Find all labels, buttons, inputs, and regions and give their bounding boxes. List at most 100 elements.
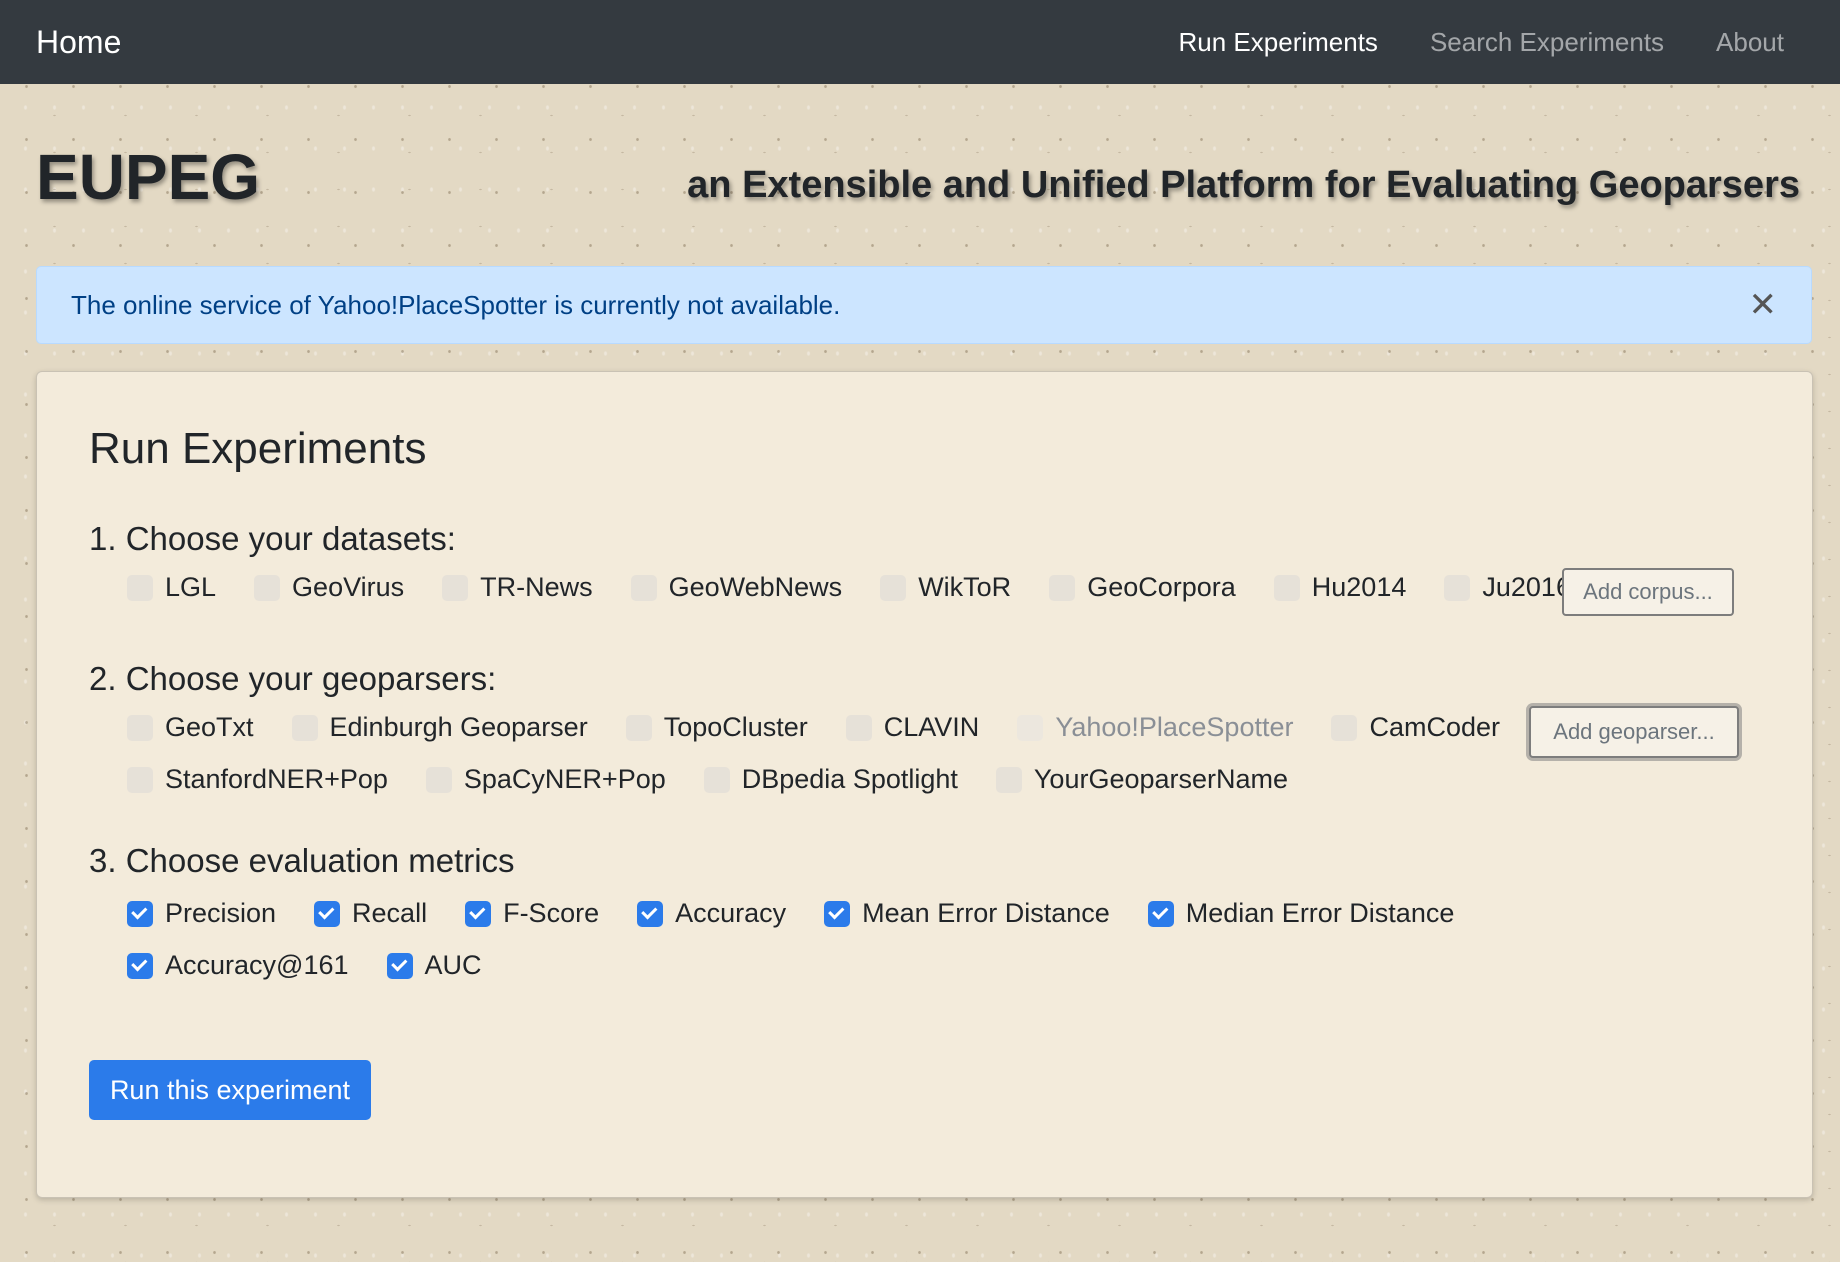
- geoparser-checkbox-edinburgh[interactable]: Edinburgh Geoparser: [291, 712, 588, 743]
- checkbox-icon[interactable]: [1049, 574, 1076, 601]
- checkbox-icon[interactable]: [127, 714, 153, 741]
- metric-checkbox-median-error-distance[interactable]: Median Error Distance: [1147, 898, 1455, 929]
- site-title: EUPEG: [36, 141, 261, 213]
- datasets-row: LGL GeoVirus TR-News GeoWebNews WikToR G…: [127, 572, 1571, 603]
- geoparser-checkbox-topocluster[interactable]: TopoCluster: [625, 712, 808, 743]
- geoparser-checkbox-clavin[interactable]: CLAVIN: [845, 712, 980, 743]
- checkbox-label: Recall: [352, 898, 428, 928]
- checkbox-label: Yahoo!PlaceSpotter: [1055, 712, 1294, 742]
- checkbox-icon[interactable]: [995, 766, 1022, 793]
- nav-about-link[interactable]: About: [1716, 27, 1784, 58]
- checkbox-icon[interactable]: [1331, 714, 1358, 741]
- checkbox-label: SpaCyNER+Pop: [463, 764, 666, 794]
- checkbox-label: Hu2014: [1311, 572, 1407, 602]
- checkbox-label: Median Error Distance: [1185, 898, 1455, 928]
- checkbox-checked-icon[interactable]: [386, 952, 413, 979]
- geoparser-checkbox-stanfordner-pop[interactable]: StanfordNER+Pop: [127, 764, 388, 795]
- checkbox-checked-icon[interactable]: [314, 900, 341, 927]
- alert-message: The online service of Yahoo!PlaceSpotter…: [71, 289, 841, 320]
- checkbox-checked-icon[interactable]: [824, 900, 851, 927]
- dataset-checkbox-hu2014[interactable]: Hu2014: [1273, 572, 1407, 603]
- site-tagline: an Extensible and Unified Platform for E…: [687, 164, 1800, 206]
- geoparser-checkbox-geotxt[interactable]: GeoTxt: [127, 712, 254, 743]
- nav-links: Run Experiments Search Experiments About: [1179, 27, 1784, 58]
- checkbox-label: TR-News: [480, 572, 593, 602]
- checkbox-label: GeoWebNews: [668, 572, 843, 602]
- metric-checkbox-mean-error-distance[interactable]: Mean Error Distance: [824, 898, 1110, 929]
- checkbox-label: Precision: [165, 898, 277, 928]
- top-navbar: Home Run Experiments Search Experiments …: [0, 0, 1840, 84]
- checkbox-label: DBpedia Spotlight: [741, 764, 958, 794]
- geoparsers-heading: 2. Choose your geoparsers:: [89, 660, 497, 697]
- geoparsers-row-1: GeoTxt Edinburgh Geoparser TopoCluster C…: [127, 712, 1500, 743]
- checkbox-label: CamCoder: [1369, 712, 1501, 742]
- checkbox-icon[interactable]: [127, 574, 153, 601]
- geoparser-checkbox-dbpedia-spotlight[interactable]: DBpedia Spotlight: [703, 764, 958, 795]
- checkbox-label: GeoCorpora: [1087, 572, 1236, 602]
- metric-checkbox-auc[interactable]: AUC: [386, 950, 482, 981]
- metrics-row-1: Precision Recall F-Score Accuracy Mean E…: [127, 898, 1454, 929]
- service-alert: The online service of Yahoo!PlaceSpotter…: [36, 266, 1812, 344]
- nav-run-experiments-link[interactable]: Run Experiments: [1179, 27, 1378, 58]
- checkbox-label: YourGeoparserName: [1033, 764, 1289, 794]
- checkbox-icon[interactable]: [845, 714, 872, 741]
- add-geoparser-button[interactable]: Add geoparser...: [1529, 706, 1739, 758]
- checkbox-icon[interactable]: [127, 766, 153, 793]
- metric-checkbox-accuracy[interactable]: Accuracy: [637, 898, 786, 929]
- dataset-checkbox-tr-news[interactable]: TR-News: [442, 572, 593, 603]
- metric-checkbox-precision[interactable]: Precision: [127, 898, 276, 929]
- metrics-row-2: Accuracy@161 AUC: [127, 950, 482, 981]
- nav-search-experiments-link[interactable]: Search Experiments: [1430, 27, 1664, 58]
- checkbox-icon[interactable]: [291, 714, 318, 741]
- geoparser-checkbox-spacyner-pop[interactable]: SpaCyNER+Pop: [425, 764, 666, 795]
- add-corpus-button[interactable]: Add corpus...: [1562, 568, 1734, 616]
- checkbox-label: CLAVIN: [883, 712, 980, 742]
- metric-checkbox-accuracy-161[interactable]: Accuracy@161: [127, 950, 349, 981]
- dataset-checkbox-lgl[interactable]: LGL: [127, 572, 216, 603]
- metrics-heading: 3. Choose evaluation metrics: [89, 842, 515, 879]
- checkbox-label: LGL: [165, 572, 217, 602]
- checkbox-label: StanfordNER+Pop: [165, 764, 388, 794]
- geoparser-checkbox-yahoo-placespotter: Yahoo!PlaceSpotter: [1017, 712, 1293, 743]
- run-experiment-button[interactable]: Run this experiment: [89, 1060, 371, 1120]
- nav-home-link[interactable]: Home: [36, 24, 121, 61]
- checkbox-checked-icon[interactable]: [127, 900, 153, 927]
- checkbox-label: GeoTxt: [165, 712, 254, 742]
- checkbox-checked-icon[interactable]: [127, 952, 153, 979]
- card-title: Run Experiments: [89, 424, 427, 473]
- checkbox-icon[interactable]: [254, 574, 281, 601]
- checkbox-label: WikToR: [918, 572, 1012, 602]
- dataset-checkbox-geocorpora[interactable]: GeoCorpora: [1049, 572, 1236, 603]
- dataset-checkbox-geowebnews[interactable]: GeoWebNews: [630, 572, 843, 603]
- checkbox-icon[interactable]: [1273, 574, 1300, 601]
- checkbox-label: F-Score: [503, 898, 600, 928]
- dataset-checkbox-ju2016[interactable]: Ju2016: [1444, 572, 1571, 603]
- close-icon[interactable]: ✕: [1749, 288, 1778, 322]
- geoparser-checkbox-yourgeoparsername[interactable]: YourGeoparserName: [995, 764, 1289, 795]
- dataset-checkbox-geovirus[interactable]: GeoVirus: [254, 572, 404, 603]
- checkbox-icon[interactable]: [880, 574, 907, 601]
- metric-checkbox-f-score[interactable]: F-Score: [465, 898, 599, 929]
- checkbox-label: Accuracy: [675, 898, 787, 928]
- geoparsers-row-2: StanfordNER+Pop SpaCyNER+Pop DBpedia Spo…: [127, 764, 1288, 795]
- geoparser-checkbox-camcoder[interactable]: CamCoder: [1331, 712, 1500, 743]
- checkbox-label: GeoVirus: [292, 572, 405, 602]
- datasets-heading: 1. Choose your datasets:: [89, 520, 456, 557]
- checkbox-icon[interactable]: [703, 766, 730, 793]
- checkbox-icon: [1017, 714, 1044, 741]
- run-experiments-card: Run Experiments 1. Choose your datasets:…: [36, 371, 1813, 1198]
- checkbox-label: Ju2016: [1482, 572, 1571, 602]
- checkbox-label: Mean Error Distance: [862, 898, 1110, 928]
- checkbox-icon[interactable]: [625, 714, 652, 741]
- dataset-checkbox-wiktor[interactable]: WikToR: [880, 572, 1011, 603]
- checkbox-checked-icon[interactable]: [465, 900, 492, 927]
- checkbox-icon[interactable]: [425, 766, 452, 793]
- checkbox-checked-icon[interactable]: [637, 900, 664, 927]
- checkbox-icon[interactable]: [442, 574, 469, 601]
- checkbox-label: Edinburgh Geoparser: [329, 712, 588, 742]
- checkbox-label: TopoCluster: [663, 712, 808, 742]
- metric-checkbox-recall[interactable]: Recall: [314, 898, 427, 929]
- checkbox-icon[interactable]: [1444, 574, 1471, 601]
- checkbox-checked-icon[interactable]: [1147, 900, 1174, 927]
- checkbox-icon[interactable]: [630, 574, 657, 601]
